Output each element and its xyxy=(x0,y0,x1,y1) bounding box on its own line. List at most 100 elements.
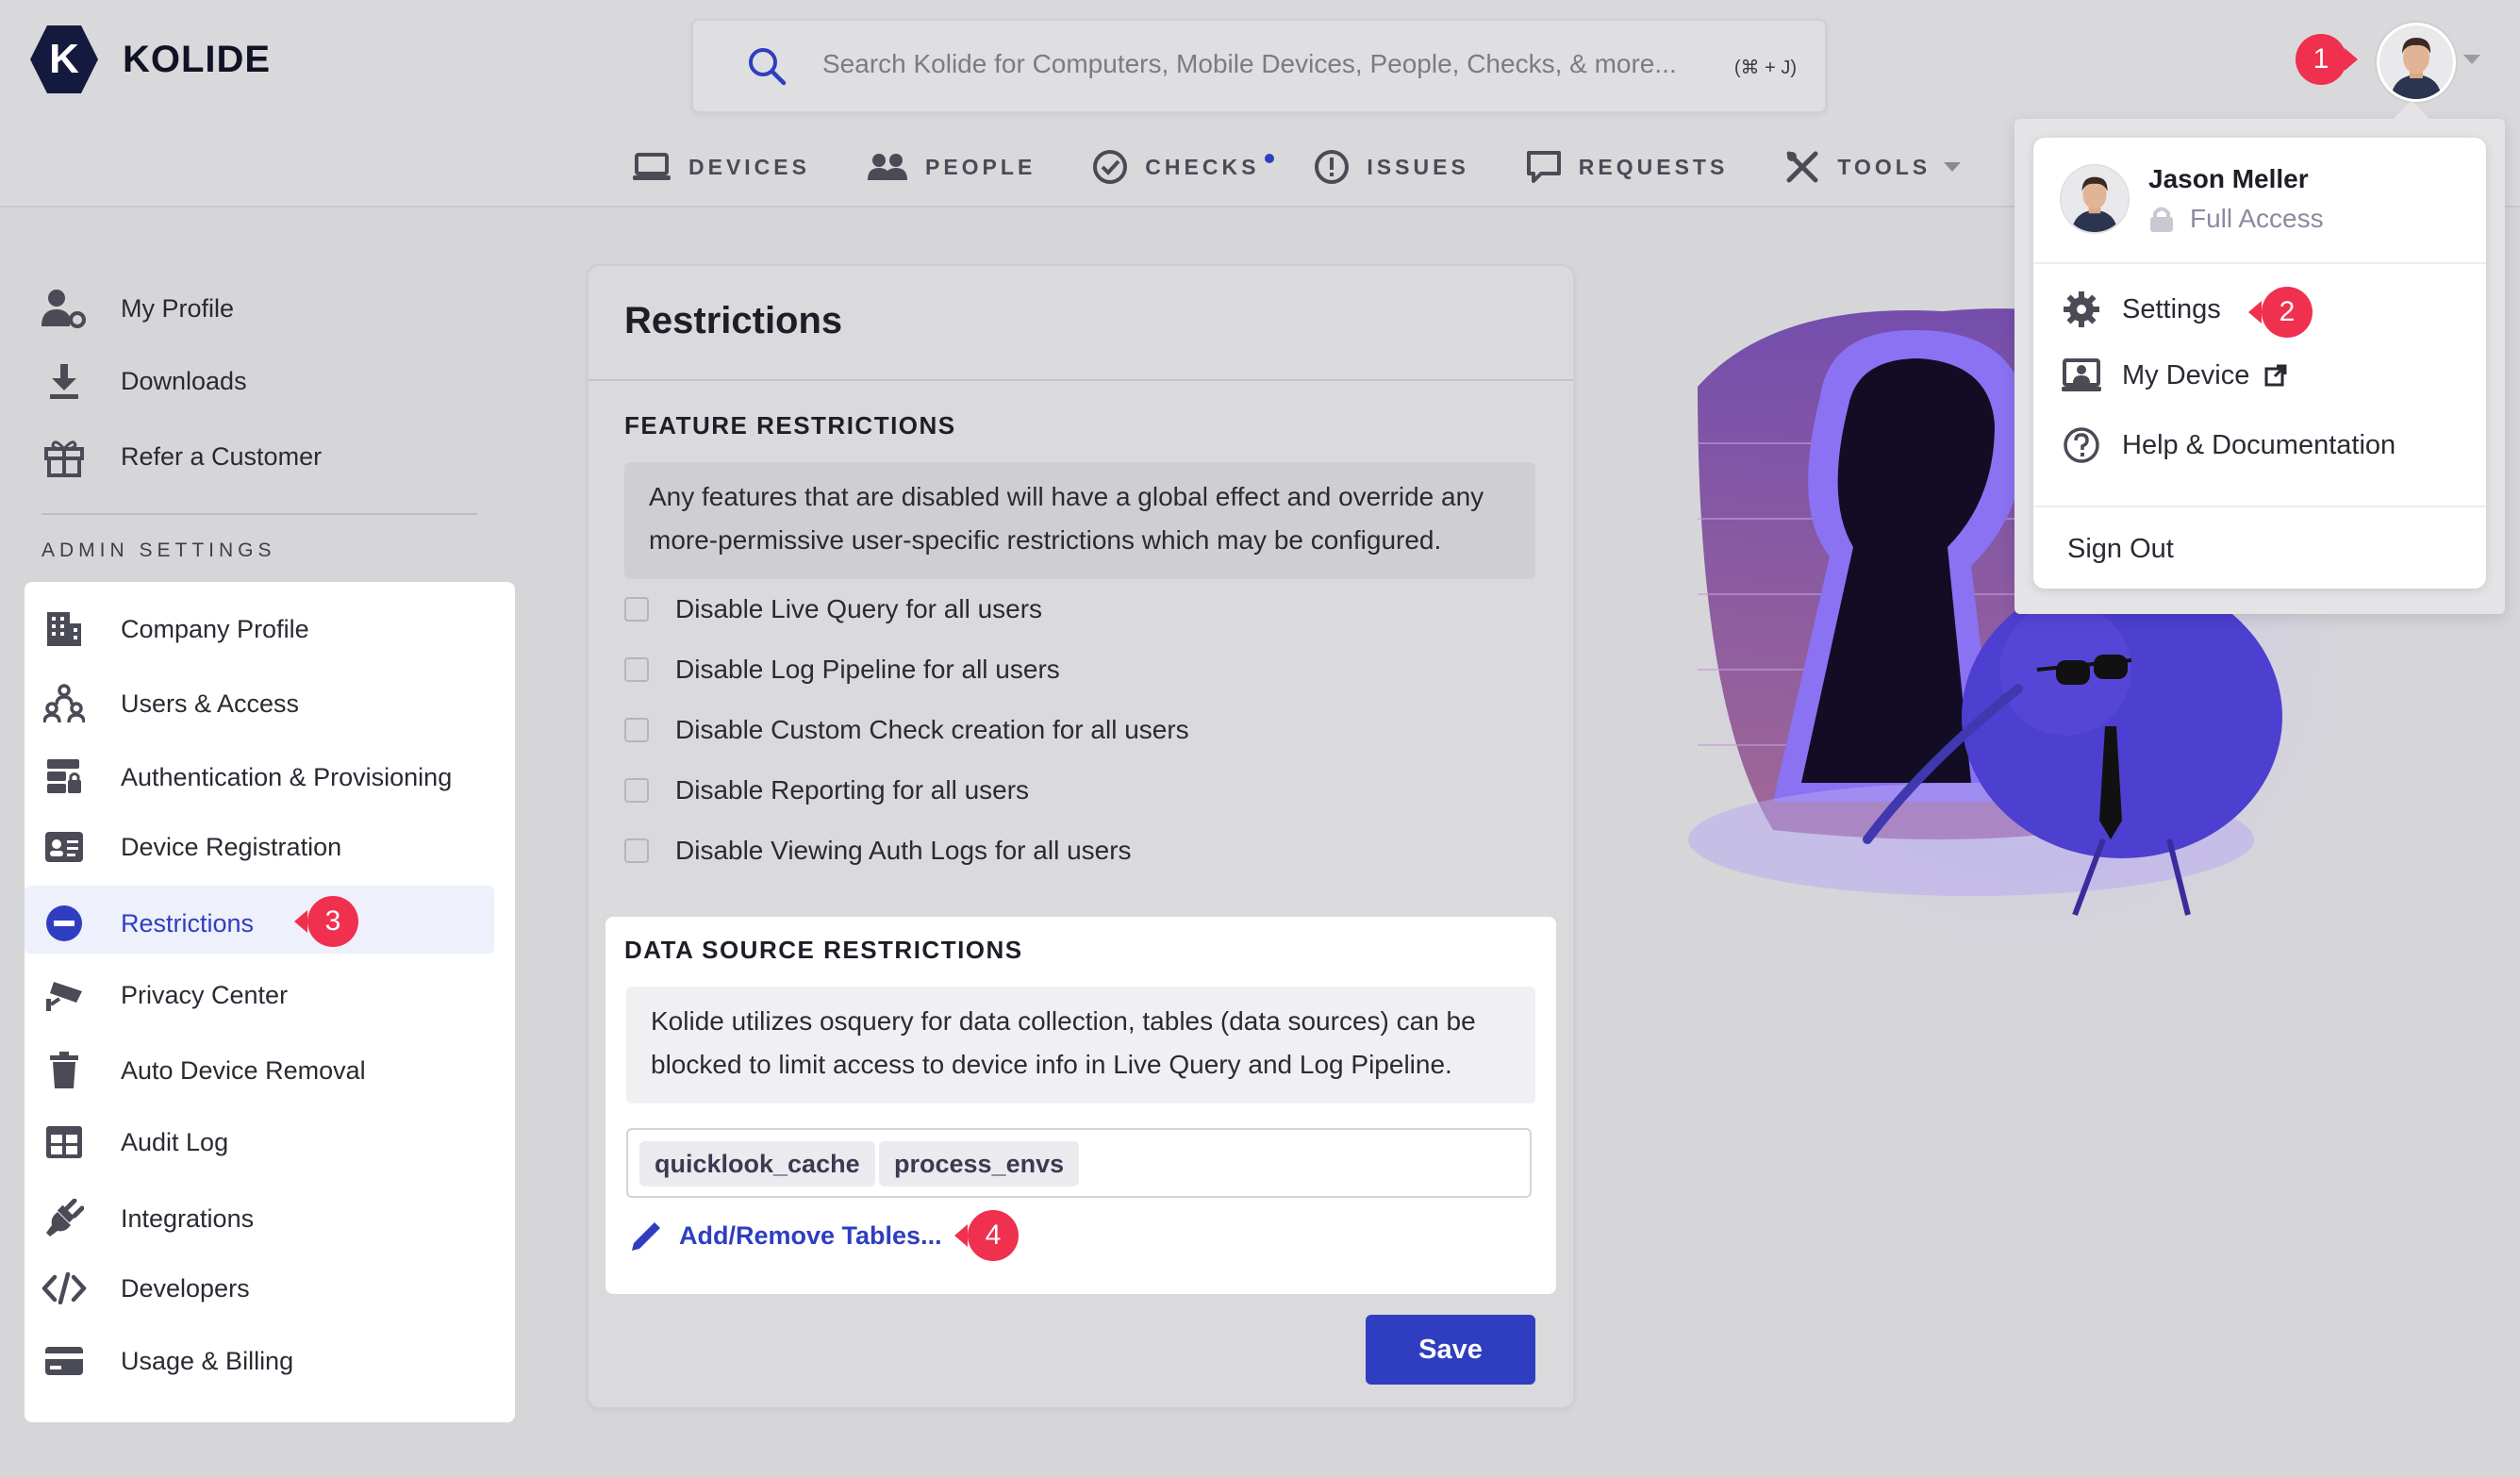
nav-people[interactable]: PEOPLE xyxy=(867,153,1036,181)
menu-item-settings[interactable]: Settings xyxy=(2062,290,2221,328)
sidebar-item-authentication[interactable]: Authentication & Provisioning xyxy=(41,757,452,797)
trash-icon xyxy=(50,1052,78,1088)
checkbox-label: Disable Custom Check creation for all us… xyxy=(675,715,1189,744)
sidebar-item-company-profile[interactable]: Company Profile xyxy=(41,610,309,648)
checkbox-label: Disable Live Query for all users xyxy=(675,594,1043,623)
checkbox[interactable] xyxy=(624,657,649,682)
annotation-badge-3: 3 xyxy=(307,896,358,947)
search-input[interactable]: Search Kolide for Computers, Mobile Devi… xyxy=(822,49,1677,79)
sidebar-item-audit-log[interactable]: Audit Log xyxy=(41,1125,228,1159)
checkbox[interactable] xyxy=(624,597,649,622)
sidebar-downloads[interactable]: Downloads xyxy=(41,362,247,400)
menu-item-my-device[interactable]: My Device xyxy=(2062,358,2287,392)
user-menu-dropdown: Jason Meller Full Access Settings My Dev… xyxy=(2033,138,2486,589)
dropdown-divider xyxy=(2033,506,2486,507)
nav-devices[interactable]: DEVICES xyxy=(632,152,810,182)
search-icon xyxy=(749,48,787,86)
feature-restrictions-notice: Any features that are disabled will have… xyxy=(624,462,1535,579)
nav-checks[interactable]: CHECKS xyxy=(1092,149,1275,185)
page-title: Restrictions xyxy=(624,300,843,341)
sidebar-item-label: Usage & Billing xyxy=(121,1346,294,1375)
checkbox[interactable] xyxy=(624,778,649,803)
menu-item-label: Sign Out xyxy=(2067,534,2174,564)
annotation-badge-2: 2 xyxy=(2262,287,2313,338)
user-avatar-button[interactable] xyxy=(2377,23,2456,102)
nav-issues[interactable]: ISSUES xyxy=(1314,149,1468,185)
sidebar-item-users-access[interactable]: Users & Access xyxy=(41,684,299,723)
sidebar-item-label: Authentication & Provisioning xyxy=(121,762,453,791)
annotation-pointer xyxy=(2345,48,2358,71)
add-remove-tables-label: Add/Remove Tables... xyxy=(679,1220,942,1250)
external-link-icon xyxy=(2264,364,2287,387)
disable-custom-check-checkbox[interactable]: Disable Custom Check creation for all us… xyxy=(624,715,1189,745)
menu-item-sign-out[interactable]: Sign Out xyxy=(2067,534,2174,565)
menu-item-label: Settings xyxy=(2122,293,2221,324)
global-search[interactable]: Search Kolide for Computers, Mobile Devi… xyxy=(691,19,1827,113)
plug-icon xyxy=(46,1199,84,1236)
svg-text:K: K xyxy=(49,36,79,82)
pencil-icon xyxy=(632,1222,660,1251)
sidebar-my-profile[interactable]: My Profile xyxy=(41,289,234,328)
user-cog-icon xyxy=(41,290,86,328)
speech-bubble-icon xyxy=(1526,151,1561,183)
user-photo-icon xyxy=(2379,25,2453,99)
gift-icon xyxy=(44,440,84,477)
checkbox[interactable] xyxy=(624,838,649,863)
user-name: Jason Meller xyxy=(2148,164,2309,193)
nav-devices-label: DEVICES xyxy=(688,154,810,179)
disable-log-pipeline-checkbox[interactable]: Disable Log Pipeline for all users xyxy=(624,655,1060,685)
laptop-icon xyxy=(633,153,671,180)
main-nav: DEVICES PEOPLE CHECKS ISSUES REQUESTS TO… xyxy=(632,143,2017,191)
sidebar-item-integrations[interactable]: Integrations xyxy=(41,1199,254,1238)
check-circle-icon xyxy=(1093,150,1128,184)
server-lock-icon xyxy=(47,759,81,793)
disable-auth-logs-checkbox[interactable]: Disable Viewing Auth Logs for all users xyxy=(624,836,1132,866)
disable-reporting-checkbox[interactable]: Disable Reporting for all users xyxy=(624,775,1029,805)
avatar-chevron-down-icon[interactable] xyxy=(2463,55,2480,64)
annotation-pointer xyxy=(954,1224,968,1247)
logo-text: KOLIDE xyxy=(123,38,272,80)
tools-icon xyxy=(1786,151,1818,183)
user-menu-header: Jason Meller Full Access xyxy=(2060,164,2324,234)
annotation-badge-4: 4 xyxy=(968,1210,1019,1261)
checkbox[interactable] xyxy=(624,718,649,742)
user-hierarchy-icon xyxy=(43,684,85,723)
kolide-logo[interactable]: K KOLIDE xyxy=(28,24,271,95)
sidebar-item-label: Audit Log xyxy=(121,1127,229,1156)
table-icon xyxy=(46,1126,82,1158)
add-remove-tables-link[interactable]: Add/Remove Tables... xyxy=(628,1217,942,1254)
sidebar-refer-customer[interactable]: Refer a Customer xyxy=(41,436,322,477)
sidebar-refer-label: Refer a Customer xyxy=(121,441,323,471)
id-card-icon xyxy=(45,832,83,862)
checkbox-label: Disable Log Pipeline for all users xyxy=(675,655,1060,684)
chevron-down-icon xyxy=(1944,162,1962,172)
sidebar-my-profile-label: My Profile xyxy=(121,293,235,323)
sidebar-item-device-registration[interactable]: Device Registration xyxy=(41,831,341,863)
nav-requests-label: REQUESTS xyxy=(1578,154,1729,179)
data-source-heading: DATA SOURCE RESTRICTIONS xyxy=(624,936,1023,964)
blocked-tables-field[interactable]: quicklook_cache process_envs xyxy=(626,1128,1532,1198)
device-user-icon xyxy=(2062,358,2101,391)
title-divider xyxy=(589,379,1573,381)
avatar xyxy=(2060,164,2130,234)
sidebar-item-restrictions[interactable]: Restrictions xyxy=(41,904,254,942)
sidebar-item-label: Privacy Center xyxy=(121,980,289,1009)
sidebar-divider xyxy=(41,513,477,515)
sidebar-item-privacy-center[interactable]: Privacy Center xyxy=(41,978,288,1012)
save-button[interactable]: Save xyxy=(1366,1315,1535,1385)
sidebar-item-usage-billing[interactable]: Usage & Billing xyxy=(41,1346,293,1376)
restrictions-card: Restrictions FEATURE RESTRICTIONS Any fe… xyxy=(587,264,1575,1409)
download-icon xyxy=(50,364,78,399)
sidebar-item-auto-device-removal[interactable]: Auto Device Removal xyxy=(41,1052,366,1089)
nav-tools[interactable]: TOOLS xyxy=(1784,149,1962,185)
nav-requests[interactable]: REQUESTS xyxy=(1526,150,1729,184)
data-source-notice: Kolide utilizes osquery for data collect… xyxy=(626,987,1535,1104)
menu-item-help[interactable]: Help & Documentation xyxy=(2062,426,2396,464)
disable-live-query-checkbox[interactable]: Disable Live Query for all users xyxy=(624,594,1042,624)
credit-card-icon xyxy=(45,1347,83,1375)
sidebar-item-label: Users & Access xyxy=(121,689,300,718)
annotation-pointer xyxy=(2248,301,2262,324)
checks-notification-dot xyxy=(1265,154,1275,163)
sidebar-item-developers[interactable]: Developers xyxy=(41,1272,250,1304)
admin-settings-heading: ADMIN SETTINGS xyxy=(41,539,276,561)
